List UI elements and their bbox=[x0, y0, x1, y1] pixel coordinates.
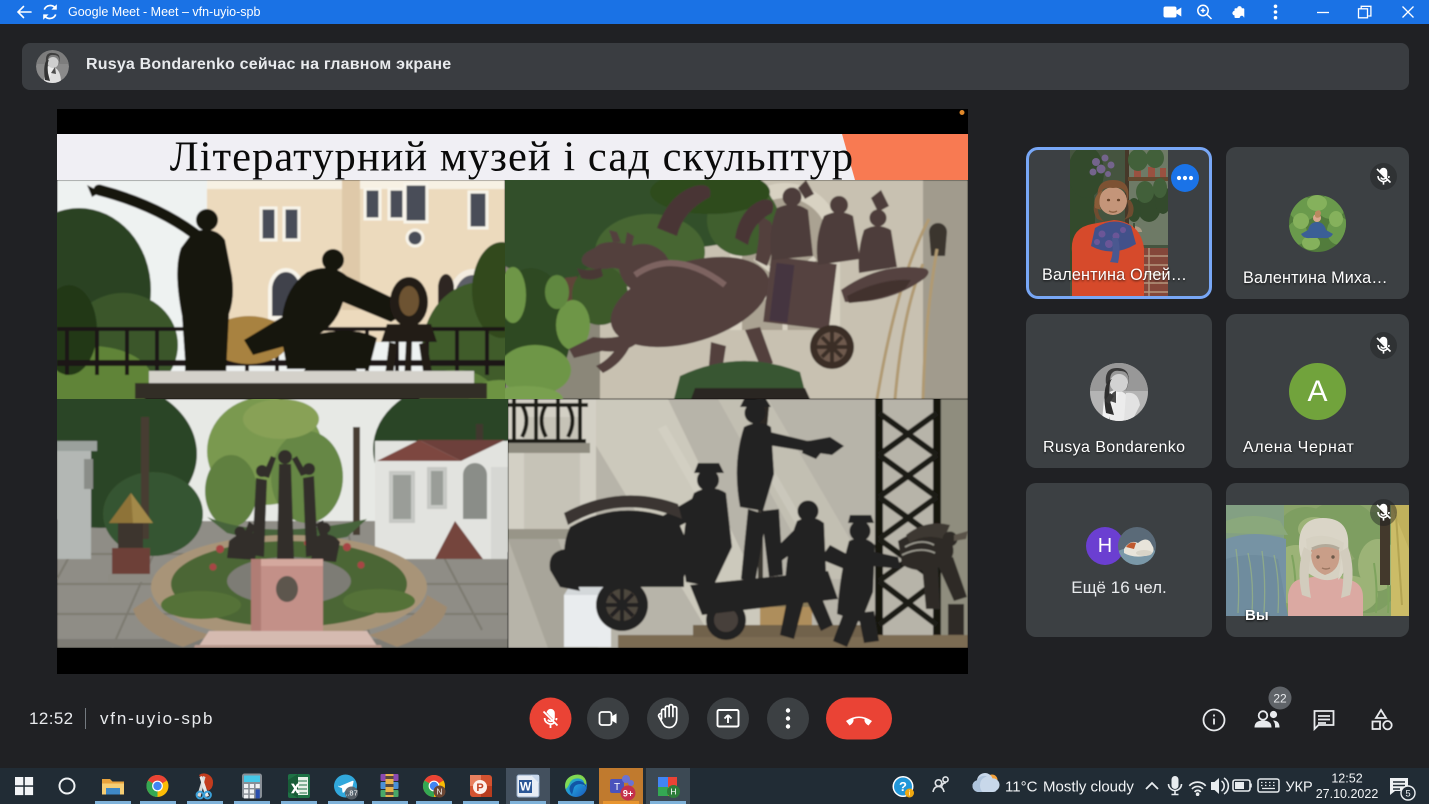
svg-text:H: H bbox=[670, 787, 676, 797]
svg-text:12:52: 12:52 bbox=[1331, 772, 1362, 786]
svg-text:22: 22 bbox=[1273, 691, 1287, 705]
svg-text:W: W bbox=[520, 780, 532, 794]
svg-text:P: P bbox=[476, 782, 483, 794]
svg-text:5: 5 bbox=[1405, 789, 1410, 800]
svg-text:27.10.2022: 27.10.2022 bbox=[1316, 787, 1379, 801]
svg-text:9+: 9+ bbox=[623, 789, 633, 799]
svg-text:T: T bbox=[614, 782, 620, 793]
svg-text:Літературний музей і сад скуль: Літературний музей і сад скульптур bbox=[170, 134, 854, 181]
svg-text:УКР: УКР bbox=[1285, 780, 1312, 796]
svg-text:N: N bbox=[436, 787, 442, 797]
svg-text:Mostly cloudy: Mostly cloudy bbox=[1043, 779, 1134, 796]
svg-text:..87: ..87 bbox=[345, 789, 358, 798]
svg-text:11°C: 11°C bbox=[1005, 779, 1038, 796]
